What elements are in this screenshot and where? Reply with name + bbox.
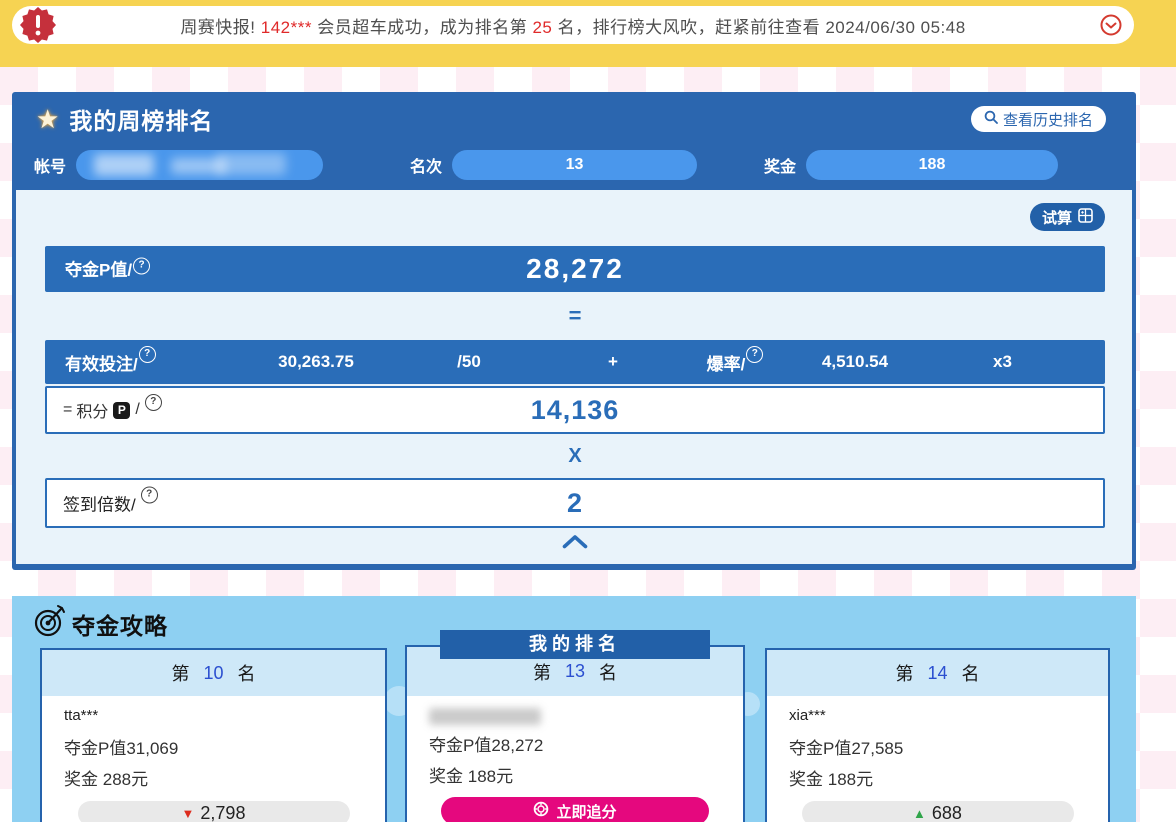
- chip-icon: [533, 801, 549, 821]
- strategy-title-row: 夺金攻略: [34, 604, 168, 644]
- calculator-icon: [1078, 208, 1093, 227]
- strategy-section: 夺金攻略 我的排名 第 10 名 tta*** 夺金P值31,069 奖金 28…: [12, 596, 1136, 822]
- signin-multiplier-row: 签到倍数/ ? 2: [45, 478, 1105, 528]
- collapse-banner-icon[interactable]: [1100, 14, 1122, 41]
- down-triangle-icon: ▼: [182, 807, 195, 820]
- card-body: 夺金P值28,272 奖金 188元 立即追分: [407, 696, 743, 822]
- delta-value: 688: [932, 803, 962, 822]
- bet-value: 30,263.75: [260, 352, 372, 372]
- trial-calc-button[interactable]: 试算: [1030, 203, 1105, 231]
- bet-label: 有效投注/?: [45, 350, 260, 375]
- equals-operator: =: [45, 292, 1105, 340]
- rank-number: 14: [927, 663, 947, 684]
- p-value-line: 夺金P值31,069: [64, 734, 363, 759]
- announcement-text: 周赛快报! 142*** 会员超车成功，成为排名第 25 名，排行榜大风吹，赶紧…: [12, 13, 1134, 38]
- announcement-mid2: 名，排行榜大风吹，赶紧前往查看: [552, 18, 825, 37]
- strategy-title: 夺金攻略: [72, 607, 168, 641]
- username: tta***: [64, 704, 363, 728]
- delta-indicator: ▼ 2,798: [78, 801, 350, 822]
- card-body: xia*** 夺金P值27,585 奖金 188元 ▲ 688: [767, 696, 1108, 822]
- strategy-card-rank-13-mine: 第 13 名 夺金P值28,272 奖金 188元: [405, 645, 745, 822]
- burst-label: 爆率/?: [660, 350, 810, 375]
- chase-points-label: 立即追分: [556, 801, 616, 822]
- card-rank-header: 第 14 名: [767, 650, 1108, 696]
- account-value-pill-blurred: [76, 150, 323, 180]
- username: xia***: [789, 704, 1086, 728]
- rank-value-pill: 13: [452, 150, 697, 180]
- alert-badge-icon: [20, 7, 56, 48]
- card-body: tta*** 夺金P值31,069 奖金 288元 ▼ 2,798: [42, 696, 385, 822]
- delta-indicator: ▲ 688: [802, 801, 1074, 822]
- calc-rows: 夺金P值/? 28,272 = 有效投注/? 30,263.75 /50 + 爆…: [45, 246, 1105, 549]
- account-summary-row: 帐号 名次 13 奖金 188: [12, 150, 1136, 180]
- chase-points-button[interactable]: 立即追分: [441, 797, 709, 822]
- burst-value: 4,510.54: [810, 352, 900, 372]
- star-icon: ★: [36, 106, 59, 132]
- strategy-card-rank-14: 第 14 名 xia*** 夺金P值27,585 奖金 188元 ▲ 688: [765, 648, 1110, 822]
- bonus-group: 奖金 188: [764, 150, 1058, 180]
- bonus-label: 奖金: [764, 153, 796, 177]
- help-icon[interactable]: ?: [746, 346, 763, 363]
- signin-value: 2: [47, 488, 1103, 519]
- points-value: 14,136: [47, 395, 1103, 426]
- announcement-banner: 周赛快报! 142*** 会员超车成功，成为排名第 25 名，排行榜大风吹，赶紧…: [0, 0, 1176, 67]
- p-value: 28,272: [45, 253, 1105, 285]
- rank-group: 名次 13: [410, 150, 697, 180]
- username-blurred: [429, 708, 541, 725]
- rank-number: 10: [203, 663, 223, 684]
- rank-label: 名次: [410, 153, 442, 177]
- search-icon: [984, 110, 998, 128]
- delta-value: 2,798: [200, 803, 245, 822]
- times-operator: X: [45, 434, 1105, 478]
- card-title-row: ★ 我的周榜排名: [36, 102, 213, 136]
- my-rank-ribbon: 我的排名: [440, 630, 710, 659]
- bonus-line: 奖金 188元: [429, 762, 721, 787]
- strategy-card-rank-10: 第 10 名 tta*** 夺金P值31,069 奖金 288元 ▼ 2,798: [40, 648, 387, 822]
- weekly-ranking-card: ★ 我的周榜排名 查看历史排名 帐号 名次 13 奖金: [12, 92, 1136, 570]
- account-label: 帐号: [34, 153, 66, 177]
- announcement-rank: 25: [532, 18, 552, 37]
- rank-value: 13: [566, 156, 584, 174]
- target-icon: [34, 604, 66, 644]
- bonus-value: 188: [919, 156, 946, 174]
- p-value-line: 夺金P值28,272: [429, 731, 721, 756]
- announcement-pill: 周赛快报! 142*** 会员超车成功，成为排名第 25 名，排行榜大风吹，赶紧…: [12, 6, 1134, 44]
- announcement-timestamp: 2024/06/30 05:48: [825, 18, 965, 37]
- burst-multiplier: x3: [900, 352, 1105, 372]
- collapse-panel-chevron-icon[interactable]: [45, 534, 1105, 549]
- view-history-label: 查看历史排名: [1003, 109, 1093, 130]
- announcement-prefix: 周赛快报!: [180, 18, 260, 37]
- help-icon[interactable]: ?: [139, 346, 156, 363]
- trial-calc-label: 试算: [1042, 207, 1072, 228]
- card-rank-header: 第 10 名: [42, 650, 385, 696]
- plus-operator: +: [566, 352, 660, 372]
- rank-number: 13: [565, 661, 585, 682]
- p-value-row: 夺金P值/? 28,272: [45, 246, 1105, 292]
- card-title: 我的周榜排名: [69, 102, 213, 136]
- points-row: = 积分 P / ? 14,136: [45, 386, 1105, 434]
- up-triangle-icon: ▲: [913, 807, 926, 820]
- calc-panel: 试算 夺金P值/? 28,272 = 有效投注/?: [16, 190, 1132, 564]
- announcement-mid1: 会员超车成功，成为排名第: [312, 18, 532, 37]
- announcement-member: 142***: [261, 18, 312, 37]
- bet-burst-row: 有效投注/? 30,263.75 /50 + 爆率/? 4,510.54 x3: [45, 340, 1105, 384]
- bonus-line: 奖金 288元: [64, 765, 363, 790]
- bonus-line: 奖金 188元: [789, 765, 1086, 790]
- bonus-value-pill: 188: [806, 150, 1058, 180]
- bet-divisor: /50: [372, 352, 566, 372]
- account-group: 帐号: [34, 150, 323, 180]
- p-value-line: 夺金P值27,585: [789, 734, 1086, 759]
- view-history-button[interactable]: 查看历史排名: [971, 106, 1106, 132]
